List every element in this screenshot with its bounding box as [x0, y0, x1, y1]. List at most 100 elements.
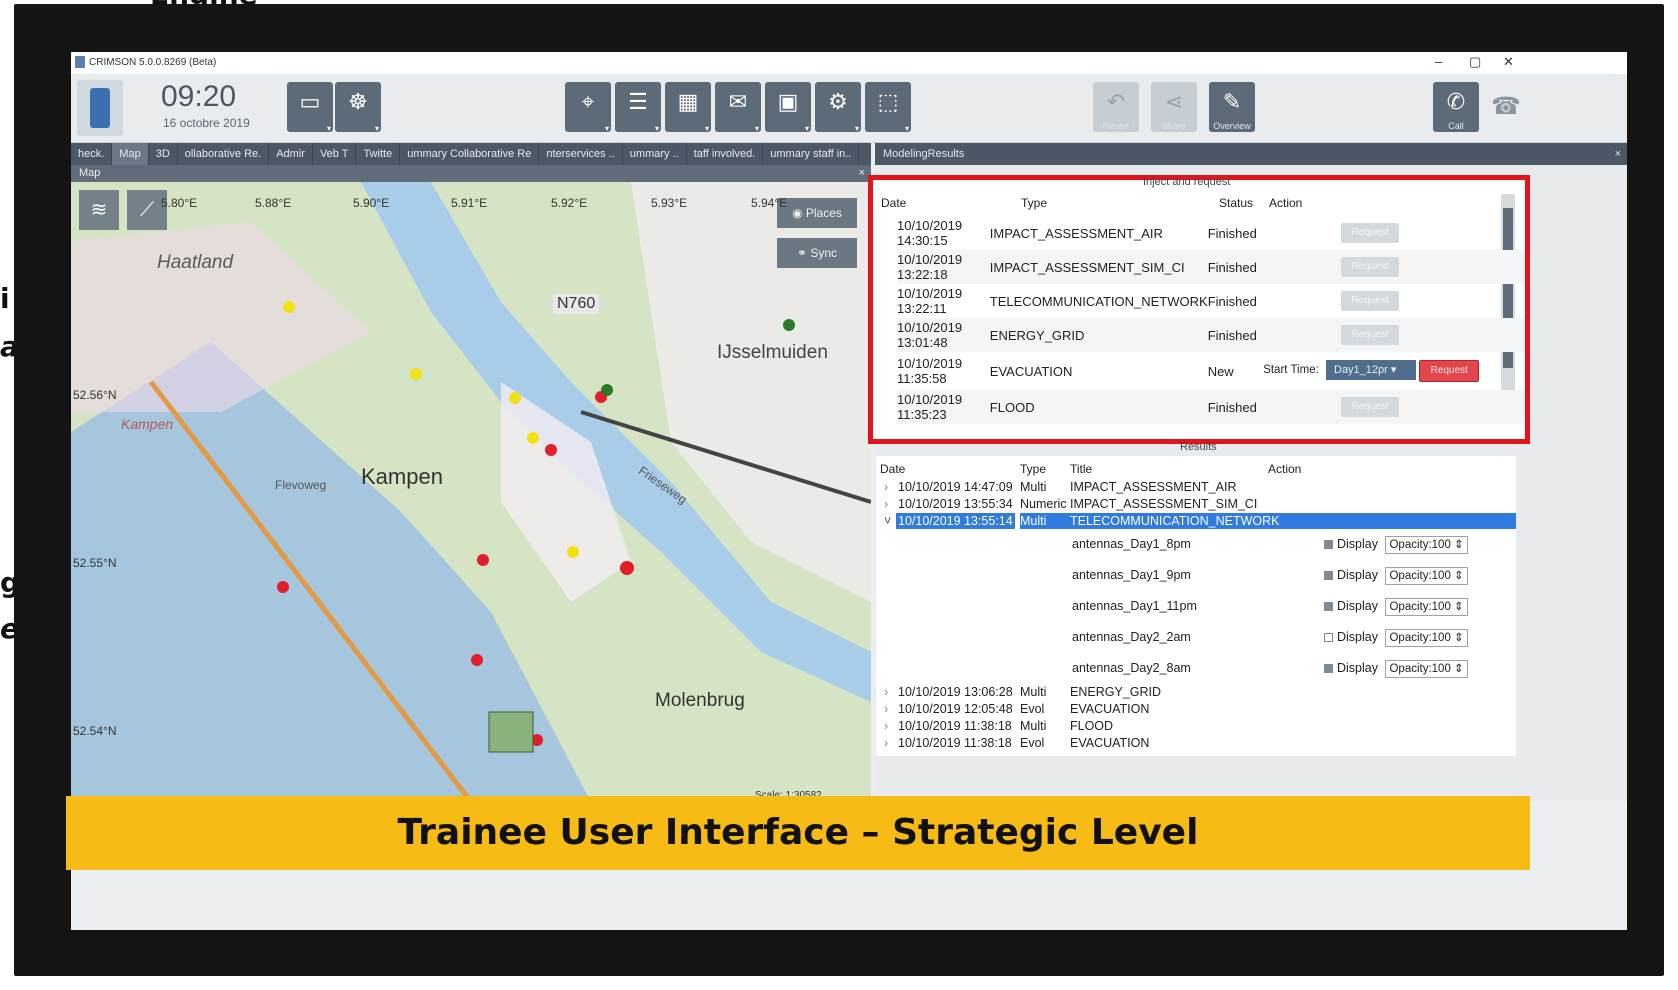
tab-summary-staff[interactable]: ummary staff in..	[763, 143, 860, 165]
expand-icon[interactable]: ›	[884, 735, 888, 751]
inject-row[interactable]: 10/10/2019 13:22:18 IMPACT_ASSESSMENT_SI…	[897, 250, 1525, 284]
sync-button[interactable]: ⚭ Sync	[777, 238, 857, 268]
modeling-results-title: ModelingResults	[883, 148, 965, 160]
inject-row[interactable]: 10/10/2019 13:22:11 TELECOMMUNICATION_NE…	[897, 284, 1525, 318]
inject-row[interactable]: 10/10/2019 14:30:15 IMPACT_ASSESSMENT_AI…	[897, 216, 1525, 250]
slide-fragment: i	[0, 282, 10, 315]
hangup-icon[interactable]: ☎	[1491, 92, 1521, 121]
result-row[interactable]: › 10/10/2019 12:05:48 Evol EVACUATION	[876, 701, 1516, 717]
close-panel-icon[interactable]: ×	[1615, 143, 1621, 165]
col-action[interactable]: Action	[1269, 196, 1302, 210]
result-row[interactable]: › 10/10/2019 11:38:18 Multi FLOOD	[876, 718, 1516, 734]
inject-type: IMPACT_ASSESSMENT_SIM_CI	[989, 259, 1185, 275]
display-checkbox[interactable]	[1324, 664, 1333, 674]
minimize-button[interactable]: –	[1435, 54, 1442, 69]
col-title[interactable]: Title	[1070, 461, 1092, 477]
opacity-stepper[interactable]: Opacity:100 ⇕	[1385, 598, 1468, 616]
expand-icon[interactable]: ›	[884, 701, 888, 717]
col-status[interactable]: Status	[1219, 196, 1253, 210]
tab-interservices[interactable]: nterservices ..	[539, 143, 623, 165]
inject-row[interactable]: 10/10/2019 11:35:58 EVACUATION New Start…	[897, 352, 1525, 390]
tab-map[interactable]: Map	[112, 143, 149, 165]
map-pin-button[interactable]: ⌖ ▾	[565, 82, 611, 133]
map-view[interactable]: ≋ ⟋ ◉ Places ⚭ Sync 5.80°E 5.88°E 5.90°E…	[71, 182, 871, 802]
result-row[interactable]: › 10/10/2019 14:47:09 Multi IMPACT_ASSES…	[876, 479, 1516, 495]
inject-status: New	[1207, 363, 1234, 379]
inject-request-title: Inject and request	[1143, 176, 1231, 188]
places-button[interactable]: ◉ Places	[777, 198, 857, 228]
request-button[interactable]: Request	[1341, 257, 1400, 277]
layers-button[interactable]: ≋	[79, 190, 119, 230]
mail-button[interactable]: ✉ ▾	[715, 82, 761, 133]
window-title: CRIMSON 5.0.0.8269 (Beta)	[89, 57, 217, 68]
opacity-stepper[interactable]: Opacity:100 ⇕	[1385, 660, 1468, 678]
restore-button[interactable]: ▢	[1469, 54, 1481, 70]
layer-row: antennas_Day2_2am	[1072, 630, 1191, 644]
result-row[interactable]: › 10/10/2019 13:06:28 Multi ENERGY_GRID	[876, 684, 1516, 700]
media-button[interactable]: ▣ ▾	[765, 82, 811, 133]
opacity-stepper[interactable]: Opacity:100 ⇕	[1385, 629, 1468, 647]
inject-date: 10/10/2019 13:22:11	[897, 286, 963, 316]
result-row[interactable]: › 10/10/2019 11:38:18 Evol EVACUATION	[876, 735, 1516, 751]
result-title: EVACUATION	[1070, 736, 1150, 750]
tab-3d[interactable]: 3D	[149, 143, 178, 165]
request-button[interactable]: Request	[1341, 397, 1400, 417]
tab-summary[interactable]: ummary ..	[623, 143, 687, 165]
place-label: Haatland	[157, 252, 234, 273]
result-row[interactable]: › 10/10/2019 13:55:34 Numeric IMPACT_ASS…	[876, 496, 1516, 512]
window-layout-button[interactable]: ▭ ▾	[287, 82, 333, 133]
inject-row[interactable]: 10/10/2019 13:01:48 ENERGY_GRID Finished…	[897, 318, 1525, 352]
inject-row[interactable]: 10/10/2019 11:35:23 FLOOD Finished Reque…	[897, 390, 1525, 424]
inject-request-panel: Inject and request Date Type Status Acti…	[868, 175, 1530, 444]
request-button[interactable]: Request	[1341, 223, 1400, 243]
call-button[interactable]: ✆ Call	[1433, 82, 1479, 132]
close-map-icon[interactable]: ×	[859, 165, 865, 182]
overview-button[interactable]: ✎ Overview	[1209, 82, 1255, 132]
expand-icon[interactable]: ›	[884, 718, 888, 734]
clipboard-button[interactable]: ☰ ▾	[615, 82, 661, 133]
display-checkbox[interactable]	[1324, 571, 1333, 581]
dropdown-arrow-icon: ▾	[1390, 364, 1397, 376]
tab-check[interactable]: heck.	[71, 143, 113, 165]
inject-date: 10/10/2019 13:22:18	[897, 252, 963, 282]
result-date: 10/10/2019 13:55:34	[898, 497, 1013, 511]
settings-button[interactable]: ⚙ ▾	[815, 82, 861, 133]
latitude-label: 52.55°N	[73, 556, 117, 570]
expand-icon[interactable]: ›	[884, 684, 888, 700]
display-checkbox-checked[interactable]	[1324, 633, 1333, 643]
opacity-stepper[interactable]: Opacity:100 ⇕	[1385, 567, 1468, 585]
display-checkbox[interactable]	[1324, 540, 1333, 550]
tab-collaborative[interactable]: ollaborative Re.	[178, 143, 270, 165]
col-date[interactable]: Date	[881, 196, 906, 210]
tab-admin[interactable]: Admir	[269, 143, 313, 165]
revert-button[interactable]: ↶ Revert	[1093, 82, 1139, 132]
tab-summary-collaborative[interactable]: ummary Collaborative Re	[400, 143, 540, 165]
request-button-active[interactable]: Request	[1419, 360, 1480, 382]
longitude-label: 5.91°E	[451, 196, 488, 210]
col-date[interactable]: Date	[880, 461, 905, 477]
start-time-select[interactable]: Day1_12pr ▾	[1326, 360, 1416, 380]
col-type[interactable]: Type	[1020, 461, 1046, 477]
close-button[interactable]: ✕	[1503, 54, 1514, 70]
tab-twitter[interactable]: Twitte	[356, 143, 401, 165]
display-checkbox[interactable]	[1324, 602, 1333, 612]
longitude-label: 5.88°E	[255, 196, 292, 210]
request-button[interactable]: Request	[1341, 325, 1400, 345]
result-row-expanded[interactable]: ˅ 10/10/2019 13:55:14 Multi TELECOMMUNIC…	[876, 513, 1516, 529]
grid-button[interactable]: ▦ ▾	[665, 82, 711, 133]
col-type[interactable]: Type	[1021, 196, 1047, 210]
place-label: Kampen	[121, 416, 174, 432]
expand-icon[interactable]: ›	[884, 479, 888, 495]
police-icon-button[interactable]: ☸ ▾	[335, 82, 381, 133]
tab-staff-involved[interactable]: taff involved.	[687, 143, 764, 165]
collapse-icon[interactable]: ˅	[884, 513, 891, 529]
tab-web[interactable]: Veb T	[313, 143, 357, 165]
col-action[interactable]: Action	[1268, 461, 1301, 477]
opacity-stepper[interactable]: Opacity:100 ⇕	[1385, 536, 1468, 554]
share-button[interactable]: ⋖ Share	[1151, 82, 1197, 132]
request-button[interactable]: Request	[1341, 291, 1400, 311]
display-label: Display	[1337, 661, 1378, 675]
inject-status: Finished	[1207, 327, 1257, 343]
expand-icon[interactable]: ›	[884, 496, 888, 512]
selection-button[interactable]: ⬚ ▾	[865, 82, 911, 133]
